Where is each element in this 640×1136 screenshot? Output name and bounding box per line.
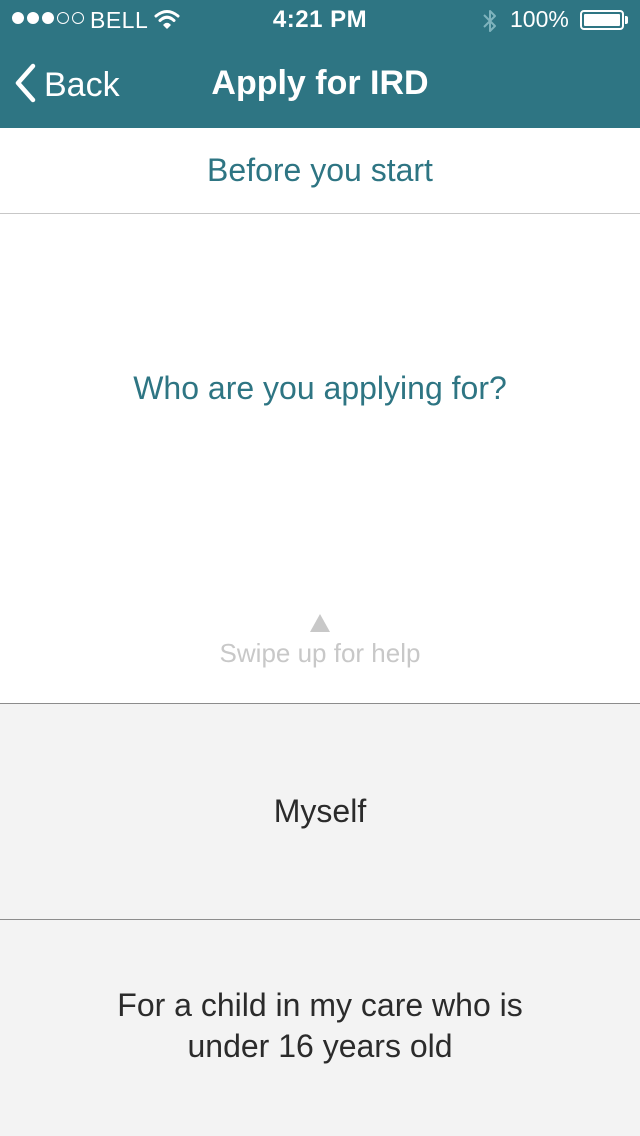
question-text: Who are you applying for? bbox=[133, 370, 507, 406]
battery-percentage: 100% bbox=[510, 6, 569, 32]
section-header: Before you start bbox=[0, 128, 640, 214]
option-label: For a child in my care who is under 16 y… bbox=[117, 987, 523, 1064]
option-myself-button[interactable]: Myself bbox=[0, 703, 640, 919]
option-label: Myself bbox=[273, 793, 367, 829]
battery-fill bbox=[584, 14, 620, 26]
top-bar: BELL 4:21 PM 100% Back Apply for IRD bbox=[0, 0, 640, 128]
swipe-help-hint[interactable]: Swipe up for help bbox=[0, 638, 640, 669]
arrow-up-icon bbox=[310, 614, 330, 632]
battery-tip bbox=[625, 16, 628, 24]
bluetooth-icon bbox=[482, 7, 498, 41]
page-title: Apply for IRD bbox=[211, 64, 429, 102]
option-child-button[interactable]: For a child in my care who is under 16 y… bbox=[0, 919, 640, 1136]
status-bar: BELL 4:21 PM 100% bbox=[0, 0, 640, 40]
battery-icon bbox=[580, 10, 624, 30]
